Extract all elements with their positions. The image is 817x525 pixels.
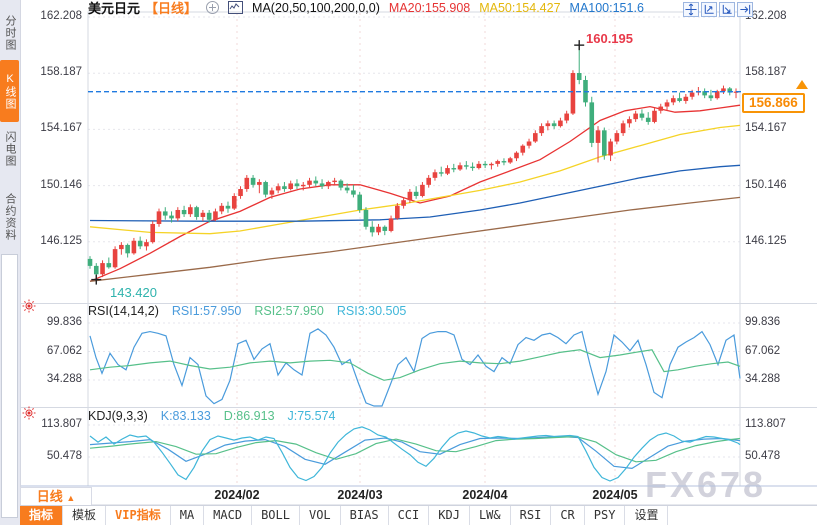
sidebar-tab-flash[interactable]: 闪电图 [0, 118, 19, 180]
toolbar-item-lw[interactable]: LW& [470, 506, 511, 525]
y-axis-tick: 113.807 [745, 418, 786, 430]
y-axis-tick: 99.836 [46, 316, 82, 328]
chart-tool-icons [683, 2, 753, 17]
toolbar-item-rsi[interactable]: RSI [511, 506, 552, 525]
y-axis-tick: 150.146 [745, 178, 787, 191]
toolbar-item-vip[interactable]: VIP指标 [106, 506, 171, 525]
ma50-value: MA50:154.427 [479, 0, 561, 15]
y-axis-tick: 162.208 [745, 10, 787, 22]
chart-canvas [20, 11, 817, 506]
toolbar-item-template[interactable]: 模板 [63, 506, 107, 525]
ma100-value: MA100:151.6 [569, 0, 644, 15]
sidebar-tab-contract[interactable]: 合约资料 [0, 176, 19, 258]
x-axis-label: 2024/05 [592, 488, 638, 502]
toolbar-item-settings[interactable]: 设置 [625, 506, 669, 525]
toolbar-item-bias[interactable]: BIAS [341, 506, 389, 525]
toolbar-item-ma[interactable]: MA [171, 506, 205, 525]
chart-application: FX678 分时图 K线图 闪电图 合约资料 美元日元 【日线】 MA(20,50,1… [0, 0, 817, 525]
kdj-j-value: J:75.574 [287, 409, 336, 423]
kdj-pane-header: KDJ(9,3,3) K:83.133 D:86.913 J:75.574 [88, 409, 336, 423]
kdj-k-value: K:83.133 [160, 409, 211, 423]
symbol-title: 美元日元 [88, 1, 141, 16]
low-price-annotation: 143.420 [110, 285, 157, 300]
x-axis-label: 2024/02 [214, 488, 260, 502]
rsi-pane-header: RSI(14,14,2) RSI1:57.950 RSI2:57.950 RSI… [88, 304, 406, 318]
sidebar-tab-kline[interactable]: K线图 [0, 60, 19, 122]
period-selector[interactable]: 日线 ▲ [20, 487, 92, 506]
toolbar-item-cr[interactable]: CR [551, 506, 585, 525]
period-arrow-icon: ▲ [66, 493, 76, 503]
toolbar-item-macd[interactable]: MACD [204, 506, 253, 525]
rsi2-value: RSI2:57.950 [254, 304, 324, 318]
chart-type-icon[interactable] [228, 1, 244, 14]
y-axis-tick: 146.125 [745, 234, 787, 247]
y-axis-tick: 34.288 [745, 373, 781, 385]
y-axis-tick: 158.187 [745, 66, 787, 79]
rsi1-value: RSI1:57.950 [171, 304, 242, 318]
y-axis-tick: 50.478 [745, 450, 781, 462]
indicator-toolbar: 指标 模板 VIP指标 MA MACD BOLL VOL BIAS CCI KDJ LW& RSI CR… [20, 505, 817, 525]
y-axis-tick: 158.187 [40, 66, 82, 79]
ma-settings-label[interactable]: MA(20,50,100,200,0,0) [252, 1, 380, 15]
y-axis-tick: 67.062 [46, 344, 82, 357]
high-price-annotation: 160.195 [586, 31, 633, 46]
toolbar-item-boll[interactable]: BOLL [252, 506, 300, 525]
kdj-d-value: D:86.913 [223, 409, 275, 423]
rsi-settings-icon[interactable] [22, 299, 36, 313]
chart-header: 美元日元 【日线】 MA(20,50,100,200,0,0) MA20:155… [88, 0, 644, 17]
y-axis-tick: 99.836 [745, 316, 781, 328]
x-axis-label: 2024/04 [462, 488, 508, 502]
toolbar-item-kdj[interactable]: KDJ [429, 506, 470, 525]
sidebar-tab-timeshare[interactable]: 分时图 [0, 2, 19, 64]
sidebar-panel-box [1, 254, 18, 518]
toolbar-item-psy[interactable]: PSY [585, 506, 626, 525]
scale-y-icon[interactable] [701, 2, 717, 17]
y-axis-tick: 154.167 [745, 122, 787, 135]
period-tag: 【日线】 [145, 1, 198, 16]
sidebar: 分时图 K线图 闪电图 合约资料 [0, 0, 21, 525]
ma20-value: MA20:155.908 [388, 0, 471, 15]
toolbar-item-cci[interactable]: CCI [389, 506, 430, 525]
period-label: 日线 [36, 489, 63, 504]
y-axis-tick: 50.478 [46, 450, 82, 462]
y-axis-tick: 154.167 [40, 122, 82, 135]
price-marker-arrow [796, 80, 808, 89]
pan-icon[interactable] [683, 2, 699, 17]
y-axis-tick: 162.208 [40, 10, 82, 22]
rsi-params-label[interactable]: RSI(14,14,2) [88, 304, 159, 318]
kdj-params-label[interactable]: KDJ(9,3,3) [88, 409, 148, 423]
y-axis-tick: 150.146 [40, 178, 82, 191]
scale-x-icon[interactable] [719, 2, 735, 17]
toolbar-item-indicator[interactable]: 指标 [20, 506, 64, 525]
x-axis-label: 2024/03 [337, 488, 383, 502]
y-axis-tick: 67.062 [745, 344, 781, 357]
y-axis-tick: 34.288 [46, 373, 82, 385]
rsi3-value: RSI3:30.505 [336, 304, 407, 318]
current-price-tag: 156.866 [742, 93, 805, 113]
add-compare-icon[interactable] [206, 1, 220, 14]
kdj-settings-icon[interactable] [22, 406, 36, 420]
toolbar-item-vol[interactable]: VOL [300, 506, 341, 525]
y-axis-tick: 146.125 [40, 234, 82, 247]
go-latest-icon[interactable] [737, 2, 753, 17]
